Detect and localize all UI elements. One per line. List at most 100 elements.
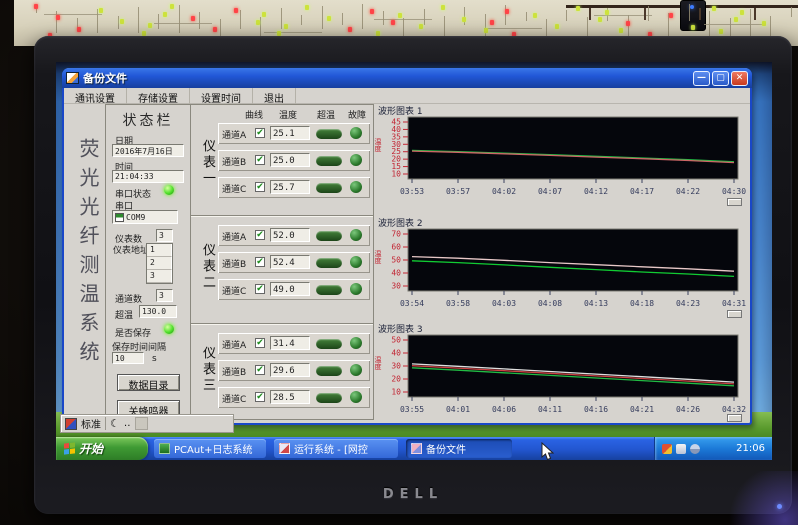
meter-address-list[interactable]: 123 [146, 243, 173, 284]
channel-checkbox[interactable]: ✔ [255, 128, 265, 138]
titlebar[interactable]: 备份文件 — ▢ ✕ [62, 68, 752, 88]
channel-checkbox[interactable]: ✔ [255, 230, 265, 240]
toolbar-label: 标准 [81, 416, 101, 431]
busbar-drop [699, 8, 701, 20]
chart-scroll-handle[interactable] [727, 198, 742, 206]
tray-icon-display[interactable] [676, 444, 686, 454]
taskbar-item-2[interactable]: 备份文件 [406, 439, 512, 458]
panel-led [533, 13, 537, 18]
menu-item-3[interactable]: 退出 [253, 88, 296, 104]
channel-checkbox[interactable]: ✔ [255, 182, 265, 192]
circuit-line [566, 10, 567, 21]
menubar: 通讯设置存储设置设置时间退出 [64, 88, 750, 104]
section-divider [191, 215, 373, 217]
chart-scroll-handle[interactable] [727, 414, 742, 422]
panel-led [762, 21, 766, 26]
circuit-line [322, 6, 323, 29]
svg-text:03:58: 03:58 [446, 299, 470, 308]
svg-text:04:11: 04:11 [538, 405, 562, 414]
channel-label: 通道A [222, 230, 246, 243]
maximize-button[interactable]: ▢ [712, 71, 729, 86]
mini-toolbar: 标准 ☾ ‥ [60, 414, 234, 433]
panel-led [626, 21, 630, 26]
channel-checkbox[interactable]: ✔ [255, 284, 265, 294]
panel-led [605, 10, 609, 15]
toolbar-disabled-button [135, 417, 148, 430]
menu-item-0[interactable]: 通讯设置 [64, 88, 127, 104]
client-area: 荧光光纤测温系统 状态栏 日期 2016年7月16日 时间 21:04:33 串… [66, 104, 748, 421]
channel-temperature-value: 25.1 [270, 126, 310, 140]
serial-port-combo[interactable]: COM9 [112, 210, 178, 224]
channel-label: 通道A [222, 338, 246, 351]
svg-text:60: 60 [391, 243, 401, 252]
instrument-name: 仪表一 [198, 139, 217, 187]
svg-text:03:55: 03:55 [400, 405, 424, 414]
svg-text:30: 30 [391, 362, 401, 371]
circuit-line [154, 23, 212, 24]
taskbar-item-0[interactable]: PCAut+日志系统 [154, 439, 266, 458]
svg-text:04:07: 04:07 [538, 187, 562, 196]
tray-icon-network[interactable] [690, 444, 700, 454]
panel-led [712, 6, 716, 11]
channel-label: 通道B [222, 257, 246, 270]
panel-led [555, 24, 559, 29]
overtemp-indicator [316, 285, 342, 295]
app-vertical-title: 荧光光纤测温系统 [74, 138, 103, 448]
taskbar-item-1[interactable]: 运行系统 - [网控 [274, 439, 398, 458]
svg-text:50: 50 [391, 336, 401, 345]
meter-address-cell[interactable]: 3 [147, 270, 172, 283]
channel-checkbox[interactable]: ✔ [255, 365, 265, 375]
menu-item-2[interactable]: 设置时间 [190, 88, 253, 104]
channel-checkbox[interactable]: ✔ [255, 155, 265, 165]
close-button[interactable]: ✕ [731, 71, 748, 86]
channel-checkbox[interactable]: ✔ [255, 257, 265, 267]
channel-checkbox[interactable]: ✔ [255, 392, 265, 402]
app-window: 备份文件 — ▢ ✕ 通讯设置存储设置设置时间退出 荧光光纤测温系统 状态栏 日… [62, 68, 752, 425]
channel-temperature-value: 52.0 [270, 228, 310, 242]
svg-text:04:31: 04:31 [722, 299, 746, 308]
start-button[interactable]: 开始 [56, 437, 148, 460]
channel-temperature-value: 49.0 [270, 282, 310, 296]
channel-temperature-value: 29.6 [270, 363, 310, 377]
channel-row: 通道C✔28.5 [218, 387, 370, 408]
panel-led [370, 9, 374, 14]
io-icon [115, 213, 124, 222]
instrument-section-3: 仪表三通道A✔31.4通道B✔29.6通道C✔28.5 [191, 329, 373, 419]
toolbar-app-icon[interactable] [65, 418, 77, 430]
meter-address-cell[interactable]: 1 [147, 244, 172, 257]
tray-icon-app[interactable] [662, 444, 672, 454]
dell-logo: DELL [383, 487, 443, 502]
menu-item-1[interactable]: 存储设置 [127, 88, 190, 104]
busbar-drop [644, 8, 646, 20]
save-led [164, 324, 174, 334]
moon-icon[interactable]: ☾ [110, 418, 120, 429]
instrument-name: 仪表二 [198, 243, 217, 291]
fault-led [350, 391, 362, 403]
panel-led [441, 5, 445, 10]
save-interval-value: 10 [112, 352, 144, 364]
busbar-drop [754, 8, 756, 20]
circuit-line [240, 10, 241, 29]
channel-temperature-value: 31.4 [270, 336, 310, 350]
circuit-line [97, 9, 98, 33]
meter-address-cell[interactable]: 2 [147, 257, 172, 270]
chart-scroll-handle[interactable] [727, 310, 742, 318]
fault-led [350, 256, 362, 268]
meter-address-label: 仪表地址 [113, 246, 137, 257]
panel-led [256, 20, 260, 25]
svg-text:04:32: 04:32 [722, 405, 746, 414]
fault-led [350, 229, 362, 241]
overtemp-value: 130.0 [139, 305, 177, 318]
panel-led [734, 17, 738, 22]
waveform-chart-2: 波形图表 2温度706050403003:5403:5804:0304:0804… [372, 216, 752, 318]
minimize-button[interactable]: — [693, 71, 710, 86]
panel-led [56, 15, 60, 20]
svg-text:10: 10 [391, 170, 401, 179]
panel-led [462, 17, 466, 22]
toolbar-dots[interactable]: ‥ [124, 418, 131, 429]
channel-checkbox[interactable]: ✔ [255, 338, 265, 348]
panel-led [348, 27, 352, 32]
data-directory-button[interactable]: 数据目录 [117, 374, 180, 391]
system-tray: 21:06 [654, 437, 772, 460]
panel-led [234, 8, 238, 13]
